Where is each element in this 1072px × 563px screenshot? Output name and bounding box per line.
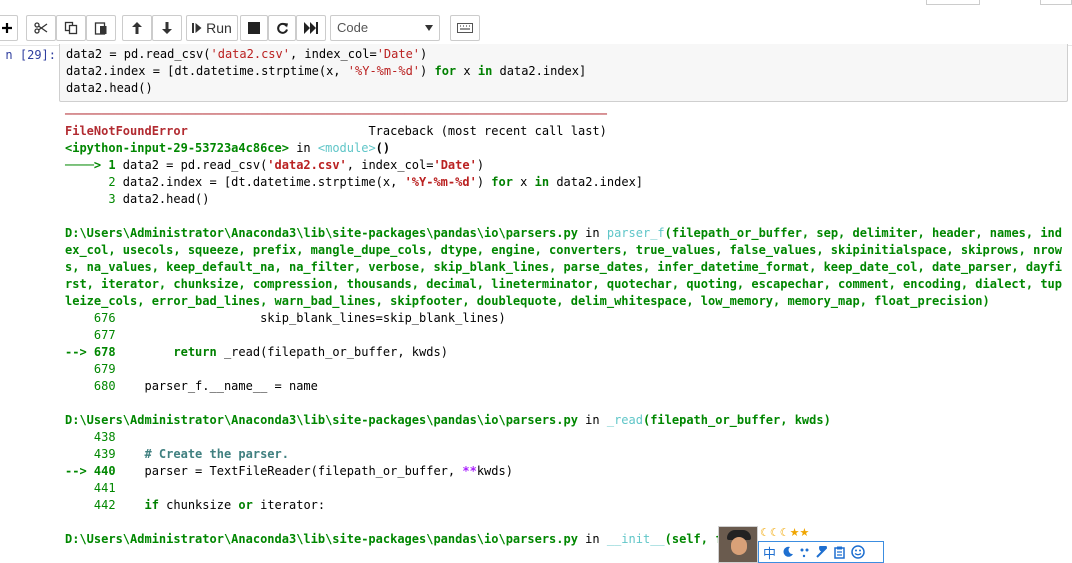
move-down-icon xyxy=(162,22,172,34)
ipython-input-name: <ipython-input-29-53723a4c86ce> xyxy=(65,141,289,155)
frame2-code-5: parser_f.__name__ = name xyxy=(115,379,318,393)
frame3-lineno-5: 442 xyxy=(65,498,116,512)
frame2-code-1: skip_blank_lines=skip_blank_lines) xyxy=(115,311,506,325)
frame2-path: D:\Users\Administrator\Anaconda3\lib\sit… xyxy=(65,226,578,240)
frame2-lineno-4: 679 xyxy=(65,362,116,376)
punctuation-icon[interactable] xyxy=(800,546,810,558)
frame2-lineno-5: 680 xyxy=(65,379,116,393)
notebook-toolbar: Run Code xyxy=(0,0,1072,46)
traceback-separator: ────────────────────────────────────────… xyxy=(65,107,607,121)
copy-button[interactable] xyxy=(56,15,86,41)
frame3-lineno-2: 439 xyxy=(65,447,116,461)
add-cell-icon xyxy=(2,23,12,33)
avatar[interactable] xyxy=(718,526,758,563)
frame3-in-word: in xyxy=(577,413,607,427)
smiley-icon[interactable] xyxy=(851,545,865,559)
top-right-box xyxy=(926,0,980,5)
code-cell-input[interactable]: data2 = pd.read_csv('data2.csv', index_c… xyxy=(59,44,1068,102)
frame1-code-3: data2.head() xyxy=(122,192,210,206)
ime-toolbar[interactable]: ☾☾☾★★ 中 xyxy=(718,526,886,563)
copy-icon xyxy=(64,21,78,35)
in-word: in xyxy=(288,141,318,155)
frame4-path: D:\Users\Administrator\Anaconda3\lib\sit… xyxy=(65,532,578,546)
code-line-1: data2 = pd.read_csv('data2.csv', index_c… xyxy=(66,47,428,61)
frame4-func: __init__ xyxy=(606,532,665,546)
cell-type-select[interactable]: Code xyxy=(330,15,440,41)
cell-prompt: n [29]: xyxy=(5,48,56,62)
frame2-header: D:\Users\Administrator\Anaconda3\lib\sit… xyxy=(65,226,1062,308)
restart-icon xyxy=(276,22,288,34)
frame4-signature: (self, f xyxy=(664,532,723,546)
module-parens: () xyxy=(375,141,391,155)
frame1-arrow-3: 3 xyxy=(65,192,123,206)
frame3-signature: (filepath_or_buffer, kwds) xyxy=(642,413,831,427)
error-name: FileNotFoundError xyxy=(65,124,188,138)
move-down-button[interactable] xyxy=(152,15,182,41)
ime-level-stars: ☾☾☾★★ xyxy=(760,526,810,539)
top-right-box-2 xyxy=(1040,0,1072,5)
wrench-icon[interactable] xyxy=(816,546,828,558)
frame1-arrow-2: 2 xyxy=(65,175,123,189)
restart-button[interactable] xyxy=(268,15,296,41)
command-palette-button[interactable] xyxy=(450,15,480,41)
move-up-button[interactable] xyxy=(122,15,152,41)
cell-output: ────────────────────────────────────────… xyxy=(65,106,1065,548)
frame3-code-2: # Create the parser. xyxy=(115,447,289,461)
frame3-code-5: if chunksize or iterator: xyxy=(144,498,326,512)
chevron-down-icon xyxy=(425,25,433,31)
frame1-code-2: data2.index = [dt.datetime.strptime(x, '… xyxy=(122,175,644,189)
ime-bar: 中 xyxy=(758,541,884,563)
avatar-face xyxy=(731,537,747,555)
code-line-3: data2.head() xyxy=(66,81,153,95)
frame3-lineno-4: 441 xyxy=(65,481,116,495)
add-cell-button[interactable] xyxy=(0,15,18,41)
frame3-func: _read xyxy=(606,413,643,427)
traceback-label: Traceback (most recent call last) xyxy=(368,124,607,138)
move-up-icon xyxy=(132,22,142,34)
moon-icon[interactable] xyxy=(782,546,794,558)
run-button[interactable]: Run xyxy=(186,15,238,41)
frame2-func: parser_f xyxy=(606,226,665,240)
frame1-code-1: data2 = pd.read_csv('data2.csv', index_c… xyxy=(122,158,485,172)
cell-type-value: Code xyxy=(337,20,369,35)
frame3-lineno-3: --> 440 xyxy=(65,464,116,478)
code-line-2: data2.index = [dt.datetime.strptime(x, '… xyxy=(66,64,587,78)
interrupt-button[interactable] xyxy=(240,15,268,41)
paste-button[interactable] xyxy=(86,15,116,41)
run-icon xyxy=(192,23,202,33)
fast-forward-icon xyxy=(304,22,318,34)
frame2-code-3: return _read(filepath_or_buffer, kwds) xyxy=(173,345,448,359)
cut-icon xyxy=(34,22,48,34)
frame3-code-3: parser = TextFileReader(filepath_or_buff… xyxy=(115,464,513,478)
clipboard-icon[interactable] xyxy=(834,546,845,559)
frame2-lineno-3: --> 678 xyxy=(65,345,116,359)
frame3-lineno-1: 438 xyxy=(65,430,116,444)
frame2-lineno-2: 677 xyxy=(65,328,116,342)
keyboard-icon xyxy=(457,23,473,33)
frame2-in-word: in xyxy=(577,226,607,240)
cut-button[interactable] xyxy=(26,15,56,41)
paste-icon xyxy=(94,22,107,35)
ime-language-toggle[interactable]: 中 xyxy=(763,543,776,562)
restart-run-all-button[interactable] xyxy=(296,15,326,41)
run-label: Run xyxy=(206,20,232,36)
frame1-arrow-1: ────> 1 xyxy=(65,158,123,172)
stop-icon xyxy=(248,22,260,34)
frame4-in-word: in xyxy=(577,532,607,546)
frame2-lineno-1: 676 xyxy=(65,311,116,325)
module-name: <module> xyxy=(317,141,376,155)
frame3-path: D:\Users\Administrator\Anaconda3\lib\sit… xyxy=(65,413,578,427)
